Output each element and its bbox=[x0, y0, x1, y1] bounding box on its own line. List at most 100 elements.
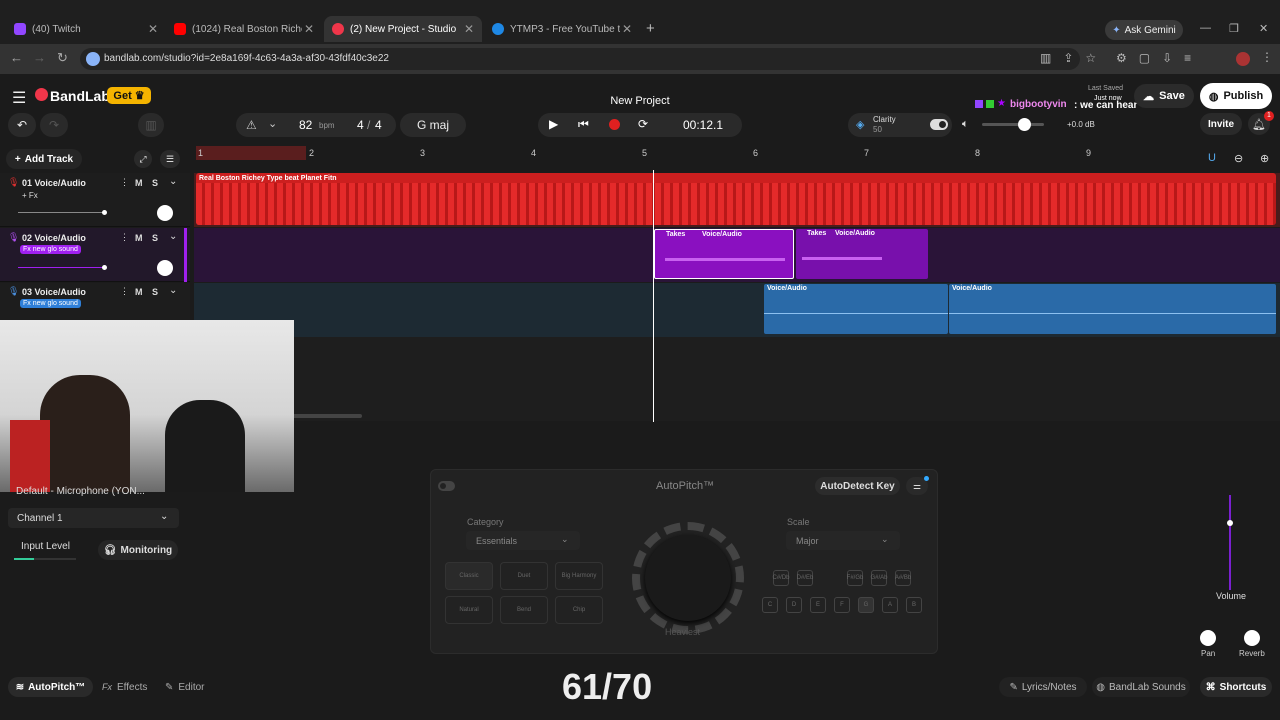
chevron-down-icon[interactable]: ⌄ bbox=[169, 285, 177, 296]
audio-clip-take-2[interactable]: Takes Voice/Audio bbox=[796, 229, 928, 279]
pan-knob[interactable] bbox=[157, 260, 173, 276]
bandlab-sounds-button[interactable]: ◍ BandLab Sounds bbox=[1092, 677, 1190, 697]
track-fx-button[interactable]: Fx new glo sound bbox=[20, 245, 81, 254]
pan-knob[interactable] bbox=[157, 205, 173, 221]
style-classic-button[interactable]: Classic bbox=[445, 562, 493, 590]
profile-avatar[interactable] bbox=[1236, 52, 1250, 66]
site-info-icon[interactable] bbox=[86, 52, 100, 66]
track-fx-button[interactable]: + Fx bbox=[22, 191, 38, 200]
invite-button[interactable]: Invite bbox=[1200, 113, 1242, 135]
undo-button[interactable]: ↶ bbox=[8, 113, 36, 137]
address-bar-actions-icon[interactable]: ▥⇪☆ bbox=[1040, 51, 1108, 65]
track-name[interactable]: 03 Voice/Audio bbox=[22, 287, 86, 297]
get-membership-button[interactable]: Get ♛ bbox=[107, 87, 151, 104]
timeline-ruler[interactable] bbox=[194, 146, 1280, 160]
zoom-out-icon[interactable]: ⊖ bbox=[1234, 152, 1243, 165]
track-volume-slider[interactable] bbox=[18, 210, 107, 215]
close-tab-icon[interactable]: ✕ bbox=[464, 22, 474, 36]
key-csharp-button[interactable]: C#/Db bbox=[773, 570, 790, 586]
chevron-down-icon[interactable]: ⌄ bbox=[169, 176, 177, 187]
reverb-knob[interactable] bbox=[1244, 630, 1260, 646]
track-fx-button[interactable]: Fx new glo sound bbox=[20, 299, 81, 308]
horizontal-scrollbar[interactable] bbox=[290, 414, 362, 418]
speaker-icon[interactable]: 🔈︎ bbox=[962, 118, 969, 131]
key-button[interactable]: G maj bbox=[400, 113, 466, 137]
loop-icon[interactable]: ⟳ bbox=[638, 117, 648, 131]
publish-button[interactable]: ◍ Publish bbox=[1200, 83, 1272, 109]
browser-tab-youtube[interactable]: (1024) Real Boston Richey Type✕ bbox=[166, 16, 322, 42]
extensions-icon[interactable]: ⚙▢⇩≡ bbox=[1116, 51, 1203, 65]
snap-magnet-icon[interactable]: U bbox=[1208, 152, 1216, 164]
key-dsharp-button[interactable]: D#/Eb bbox=[797, 570, 813, 586]
master-volume-slider[interactable] bbox=[982, 118, 1044, 131]
browser-menu-icon[interactable]: ⋮ bbox=[1261, 50, 1273, 64]
style-bend-button[interactable]: Bend bbox=[500, 596, 548, 624]
solo-button[interactable]: S bbox=[152, 233, 158, 243]
audio-clip-beat[interactable]: Real Boston Richey Type beat Planet Fitn bbox=[196, 173, 1276, 225]
maximize-icon[interactable]: ❐ bbox=[1229, 22, 1239, 35]
key-c-button[interactable]: C bbox=[762, 597, 778, 613]
style-natural-button[interactable]: Natural bbox=[445, 596, 493, 624]
autopitch-toggle[interactable] bbox=[438, 481, 455, 491]
browser-tab-twitch[interactable]: (40) Twitch ✕ bbox=[6, 16, 166, 42]
track-name[interactable]: 02 Voice/Audio bbox=[22, 233, 86, 243]
redo-button[interactable]: ↷ bbox=[40, 113, 68, 137]
clarity-value[interactable]: 50 bbox=[873, 125, 882, 134]
lyrics-notes-button[interactable]: ✎ Lyrics/Notes bbox=[999, 677, 1087, 697]
track-settings-button[interactable]: ☰ bbox=[160, 150, 180, 168]
style-chip-button[interactable]: Chip bbox=[555, 596, 603, 624]
browser-tab-bandlab[interactable]: (2) New Project - Studio ✕ bbox=[324, 16, 482, 42]
key-asharp-button[interactable]: A#/Bb bbox=[895, 570, 911, 586]
reload-icon[interactable]: ↻ bbox=[57, 50, 68, 66]
loop-region[interactable] bbox=[196, 146, 306, 160]
add-track-button[interactable]: + Add Track bbox=[6, 149, 82, 169]
browser-tab-ytmp3[interactable]: YTMP3 - Free YouTube to MP3✕ bbox=[484, 16, 640, 42]
track-menu-icon[interactable]: ⋮ bbox=[120, 177, 129, 188]
skip-to-start-icon[interactable]: ⏮ bbox=[578, 117, 589, 132]
zoom-in-icon[interactable]: ⊕ bbox=[1260, 152, 1269, 165]
track-name[interactable]: 01 Voice/Audio bbox=[22, 178, 86, 188]
mute-button[interactable]: M bbox=[135, 287, 143, 297]
minimize-icon[interactable]: — bbox=[1200, 22, 1211, 34]
hamburger-menu-icon[interactable]: ☰ bbox=[12, 88, 26, 108]
empty-lanes[interactable] bbox=[194, 337, 1280, 421]
automation-button[interactable]: ⤢ bbox=[134, 150, 152, 168]
play-icon[interactable]: ▶ bbox=[549, 117, 558, 131]
key-b-button[interactable]: B bbox=[906, 597, 922, 613]
close-window-icon[interactable]: ✕ bbox=[1259, 22, 1268, 35]
forward-icon[interactable]: → bbox=[33, 50, 46, 65]
audio-clip-voice-1[interactable]: Voice/Audio bbox=[764, 284, 948, 334]
bpm-value[interactable]: 82 bbox=[299, 118, 312, 132]
chevron-down-icon[interactable]: ⌄ bbox=[169, 231, 177, 242]
ask-gemini-button[interactable]: ✦ Ask Gemini bbox=[1105, 20, 1183, 40]
save-button[interactable]: ☁ Save bbox=[1134, 84, 1194, 108]
effects-tab[interactable]: Fx Effects bbox=[102, 682, 147, 693]
track-volume-fader[interactable] bbox=[1227, 495, 1233, 590]
autodetect-key-button[interactable]: AutoDetect Key bbox=[815, 477, 900, 495]
input-device-select[interactable]: Default - Microphone (YON... bbox=[16, 486, 145, 497]
close-tab-icon[interactable]: ✕ bbox=[304, 22, 314, 36]
autopitch-strength-knob[interactable] bbox=[645, 535, 731, 621]
time-sig-bottom[interactable]: 4 bbox=[375, 118, 382, 132]
new-tab-button[interactable]: + bbox=[646, 20, 655, 37]
playhead[interactable] bbox=[653, 170, 654, 422]
metronome-icon[interactable]: ⚠ bbox=[246, 118, 257, 132]
close-tab-icon[interactable]: ✕ bbox=[148, 22, 158, 36]
close-tab-icon[interactable]: ✕ bbox=[622, 22, 632, 36]
editor-tab[interactable]: ✎ Editor bbox=[165, 682, 205, 693]
solo-button[interactable]: S bbox=[152, 287, 158, 297]
mute-button[interactable]: M bbox=[135, 233, 143, 243]
record-icon[interactable] bbox=[609, 119, 620, 130]
clarity-toggle[interactable] bbox=[930, 119, 948, 130]
track-volume-slider[interactable] bbox=[18, 265, 107, 270]
key-e-button[interactable]: E bbox=[810, 597, 826, 613]
key-a-button[interactable]: A bbox=[882, 597, 898, 613]
style-duet-button[interactable]: Duet bbox=[500, 562, 548, 590]
monitoring-button[interactable]: 🎧︎ Monitoring bbox=[98, 540, 178, 560]
url-field[interactable]: bandlab.com/studio?id=2e8a169f-4c63-4a3a… bbox=[80, 48, 1080, 70]
audio-clip-voice-2[interactable]: Voice/Audio bbox=[949, 284, 1276, 334]
audio-clip-take-1[interactable]: Takes Voice/Audio bbox=[654, 229, 794, 279]
autopitch-tab[interactable]: ≋ AutoPitch™ bbox=[8, 677, 93, 697]
pan-knob[interactable] bbox=[1200, 630, 1216, 646]
chevron-down-icon[interactable]: ⌄ bbox=[268, 117, 277, 130]
